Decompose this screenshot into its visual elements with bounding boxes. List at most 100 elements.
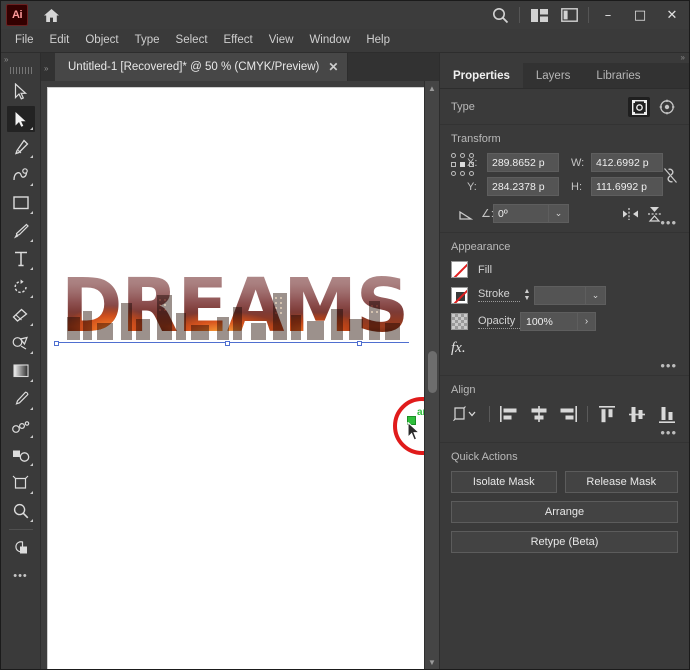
close-button[interactable]: ✕ <box>657 4 687 26</box>
transform-section-title: Transform <box>451 133 501 145</box>
tab-layers[interactable]: Layers <box>522 63 584 88</box>
scroll-down-arrow-icon[interactable]: ▼ <box>428 655 436 669</box>
artboard-tool[interactable] <box>7 470 35 496</box>
stroke-weight-stepper[interactable]: ▲ ▼ <box>520 285 534 305</box>
align-bottom-icon[interactable] <box>656 404 678 424</box>
rectangle-tool[interactable] <box>7 190 35 216</box>
menu-item-window[interactable]: Window <box>301 32 358 50</box>
transform-y-field[interactable]: 284.2378 p <box>487 177 559 196</box>
menu-item-view[interactable]: View <box>261 32 302 50</box>
document-tab-close-icon[interactable]: ✕ <box>328 61 338 73</box>
tools-drag-handle[interactable] <box>9 67 32 74</box>
paintbrush-tool[interactable] <box>7 218 35 244</box>
tab-libraries[interactable]: Libraries <box>583 63 654 88</box>
flip-horizontal-icon[interactable] <box>618 207 642 221</box>
direct-selection-tool[interactable] <box>6 106 35 132</box>
home-icon[interactable] <box>36 2 66 28</box>
opacity-field[interactable]: 100% <box>520 312 578 331</box>
selection-tool[interactable] <box>7 78 35 104</box>
transform-h-label: H: <box>571 180 582 193</box>
stroke-label: Stroke <box>478 288 520 302</box>
stroke-swatch[interactable] <box>451 286 468 304</box>
angle-dropdown-caret-icon[interactable]: ⌄ <box>549 204 569 223</box>
curvature-tool[interactable] <box>7 162 35 188</box>
align-more-options[interactable]: ••• <box>660 426 677 439</box>
angle-field[interactable]: 0º <box>493 204 549 223</box>
transform-w-field[interactable]: 412.6992 p <box>591 153 663 172</box>
tools-collapse-handle[interactable]: » <box>1 53 40 65</box>
transform-h-field[interactable]: 111.6992 p <box>591 177 663 196</box>
link-broken-icon[interactable] <box>663 153 678 197</box>
transform-section: Transform X: 289.8652 p W: 412.6992 p Y:… <box>440 125 689 233</box>
symbol-sprayer-tool[interactable] <box>7 442 35 468</box>
fill-swatch[interactable] <box>451 261 468 278</box>
menu-item-file[interactable]: File <box>7 32 42 50</box>
opacity-options-arrow-icon[interactable]: › <box>578 312 596 331</box>
menu-item-effect[interactable]: Effect <box>216 32 261 50</box>
align-right-icon[interactable] <box>558 404 580 424</box>
tool-flyout-indicator <box>29 379 33 382</box>
document-tab[interactable]: Untitled-1 [Recovered]* @ 50 % (CMYK/Pre… <box>55 53 349 81</box>
zoom-tool[interactable] <box>7 498 35 524</box>
tool-flyout-indicator <box>29 323 33 326</box>
menu-item-object[interactable]: Object <box>77 32 126 50</box>
minimize-button[interactable]: – <box>593 4 623 26</box>
isolate-mask-button[interactable]: Isolate Mask <box>451 471 557 493</box>
type-tool[interactable] <box>7 246 35 272</box>
anchor-target-icon[interactable] <box>656 97 678 117</box>
workspace-switcher-icon[interactable] <box>524 2 554 28</box>
scroll-up-arrow-icon[interactable]: ▲ <box>428 81 436 95</box>
transform-y-label: Y: <box>467 180 477 193</box>
blend-tool[interactable] <box>7 414 35 440</box>
canvas-vertical-scrollbar[interactable]: ▲ ▼ <box>424 81 439 669</box>
align-horizontal-center-icon[interactable] <box>528 404 550 424</box>
align-to-selection-icon[interactable] <box>451 404 481 424</box>
arrange-button[interactable]: Arrange <box>451 501 678 523</box>
transform-x-field[interactable]: 289.8652 p <box>487 153 559 172</box>
canvas-viewport[interactable]: DREAMS a <box>41 81 424 669</box>
quick-actions-title: Quick Actions <box>451 451 518 463</box>
align-left-icon[interactable] <box>498 404 520 424</box>
fx-button[interactable]: fx. <box>451 340 678 357</box>
type-section-title: Type <box>451 101 475 113</box>
illustrator-window: Ai – □ ✕ File Edit Object Type Select Ef… <box>0 0 690 670</box>
eyedropper-tool[interactable] <box>7 386 35 412</box>
tab-properties[interactable]: Properties <box>440 63 523 88</box>
selection-object-icon[interactable] <box>628 97 650 117</box>
search-icon[interactable] <box>485 2 515 28</box>
stroke-weight-field[interactable] <box>534 285 586 305</box>
reference-point-grid[interactable] <box>451 153 474 183</box>
document-area: » Untitled-1 [Recovered]* @ 50 % (CMYK/P… <box>41 53 439 669</box>
menu-item-help[interactable]: Help <box>358 32 398 50</box>
stroke-dropdown-caret-icon[interactable]: ⌄ <box>586 285 606 305</box>
appearance-more-options[interactable]: ••• <box>660 359 677 372</box>
transform-more-options[interactable]: ••• <box>660 216 677 229</box>
menu-item-select[interactable]: Select <box>168 32 216 50</box>
align-top-icon[interactable] <box>596 404 618 424</box>
panel-collapse-handle[interactable]: » <box>440 53 689 63</box>
retype-beta-button[interactable]: Retype (Beta) <box>451 531 678 553</box>
artboard[interactable]: DREAMS <box>47 87 424 669</box>
selection-handle[interactable] <box>225 341 230 346</box>
menu-item-edit[interactable]: Edit <box>42 32 78 50</box>
tools-more-button[interactable]: ••• <box>7 563 35 589</box>
tabbar-collapse-handle[interactable]: » <box>41 64 55 81</box>
rotate-tool[interactable] <box>7 274 35 300</box>
eraser-tool[interactable] <box>7 302 35 328</box>
app-logo: Ai <box>6 4 28 26</box>
pen-tool[interactable] <box>7 134 35 160</box>
scrollbar-thumb[interactable] <box>428 351 437 393</box>
shape-builder-tool[interactable] <box>7 330 35 356</box>
opacity-swatch[interactable] <box>451 313 468 330</box>
selection-handle[interactable] <box>357 341 362 346</box>
selection-handle[interactable] <box>54 341 59 346</box>
maximize-button[interactable]: □ <box>625 4 655 26</box>
panel-layout-icon[interactable] <box>554 2 584 28</box>
selection-bounds <box>54 271 409 346</box>
align-vertical-center-icon[interactable] <box>626 404 648 424</box>
menu-item-type[interactable]: Type <box>127 32 168 50</box>
gradient-tool[interactable] <box>7 358 35 384</box>
release-mask-button[interactable]: Release Mask <box>564 471 679 493</box>
tool-flyout-indicator <box>29 491 33 494</box>
fill-stroke-swatch[interactable] <box>7 535 35 561</box>
